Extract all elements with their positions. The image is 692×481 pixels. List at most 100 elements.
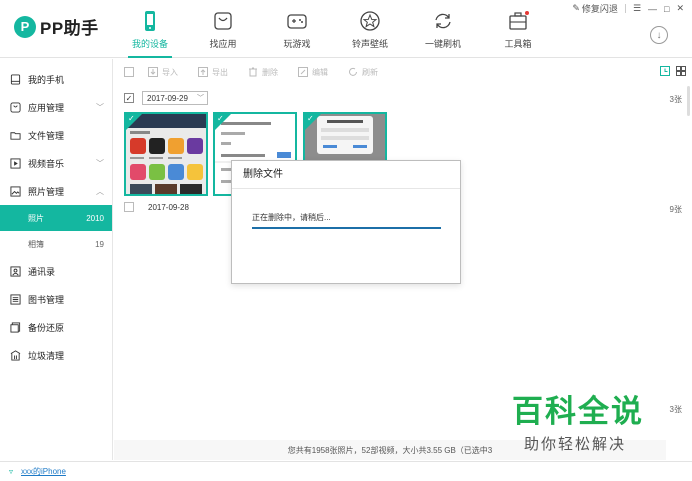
nav-toolbox[interactable]: 工具箱	[478, 10, 558, 56]
edit-button[interactable]: 编辑	[298, 67, 328, 78]
fix-crash-label: 修复闪退	[581, 4, 618, 14]
date-value: 2017-09-29	[147, 93, 188, 103]
logo-icon: P	[14, 15, 36, 38]
sidebar-item-books[interactable]: 图书管理	[0, 285, 112, 313]
nav-label: 我的设备	[131, 39, 168, 49]
export-label: 导出	[212, 67, 228, 77]
delete-button[interactable]: 删除	[248, 67, 278, 78]
sidebar-item-label: 备份还原	[28, 322, 65, 333]
sidebar-subitem-photos[interactable]: 照片 2010	[0, 205, 112, 231]
sidebar-item-apps[interactable]: 应用管理 ﹀	[0, 93, 112, 121]
fix-crash-button[interactable]: ✎ 修复闪退	[572, 2, 618, 15]
sidebar-item-label: 垃圾清理	[28, 350, 65, 361]
sidebar-item-photos[interactable]: 照片管理 ︿	[0, 177, 112, 205]
app-icon	[10, 101, 21, 113]
contacts-icon	[10, 265, 21, 277]
sidebar-item-label: 通讯录	[28, 266, 56, 277]
nav-games[interactable]: 玩游戏	[257, 10, 337, 56]
dialog-title: 删除文件	[232, 161, 460, 189]
chevron-down-icon: ﹀	[96, 158, 104, 168]
shopping-bag-icon	[214, 12, 232, 30]
sidebar-item-label: 文件管理	[28, 130, 65, 141]
watermark-subtitle: 助你轻松解决	[524, 435, 627, 453]
maximize-icon[interactable]: □	[664, 4, 669, 14]
grid-view-icon[interactable]	[676, 66, 686, 76]
group-count: 3张	[669, 95, 682, 104]
import-button[interactable]: 导入	[148, 67, 178, 78]
photo-icon	[10, 185, 21, 197]
edit-icon	[298, 67, 308, 77]
timeline-view-icon[interactable]	[660, 66, 670, 76]
refresh-icon	[435, 13, 451, 29]
toolbox-icon	[509, 11, 529, 30]
watermark: 百科全说 助你轻松解决	[512, 386, 672, 454]
nav-find-app[interactable]: 找应用	[183, 10, 263, 56]
app-logo: P PP助手	[14, 14, 99, 39]
device-link[interactable]: xxx的iPhone	[21, 466, 66, 477]
group-checkbox[interactable]	[124, 202, 134, 212]
sidebar-item-files[interactable]: 文件管理	[0, 121, 112, 149]
nav-label: 工具箱	[504, 39, 532, 49]
footer: ▿ xxx的iPhone	[0, 461, 692, 481]
star-icon	[360, 11, 380, 31]
nav-label: 铃声壁纸	[351, 39, 388, 49]
sidebar-item-my-phone[interactable]: 我的手机	[0, 65, 112, 93]
nav-my-device[interactable]: 我的设备	[110, 10, 190, 58]
divider	[624, 4, 626, 13]
subitem-label: 相簿	[28, 239, 44, 249]
chevron-up-icon: ︿	[96, 186, 104, 196]
refresh-icon	[349, 67, 357, 76]
refresh-label: 刷新	[362, 67, 378, 77]
device-icon	[10, 73, 21, 85]
wrench-icon: ✎	[572, 3, 580, 13]
chevron-down-icon: ﹀	[197, 95, 204, 102]
menu-icon[interactable]: ☰	[633, 3, 641, 14]
import-label: 导入	[162, 67, 178, 77]
sidebar-item-media[interactable]: 视频音乐 ﹀	[0, 149, 112, 177]
sidebar-item-label: 我的手机	[28, 74, 65, 85]
nav-ringtones[interactable]: 铃声壁纸	[330, 10, 410, 56]
watermark-title: 百科全说	[512, 394, 644, 430]
close-icon[interactable]: ✕	[676, 3, 684, 14]
scrollbar[interactable]	[687, 86, 690, 116]
gamepad-icon	[287, 14, 307, 29]
sidebar-item-backup[interactable]: 备份还原	[0, 313, 112, 341]
wifi-icon: ▿	[9, 467, 14, 476]
sidebar: 我的手机 应用管理 ﹀ 文件管理 视频音乐 ﹀ 照片管理 ︿ 照片 2010 相…	[0, 59, 113, 460]
nav-flash[interactable]: 一键刷机	[403, 10, 483, 56]
photo-thumbnail[interactable]: ✓	[124, 112, 208, 196]
dialog-message: 正在删除中，请稍后...	[252, 213, 331, 222]
nav-label: 找应用	[209, 39, 237, 49]
progress-fill	[252, 227, 441, 229]
sidebar-item-label: 应用管理	[28, 102, 65, 113]
sidebar-item-contacts[interactable]: 通讯录	[0, 257, 112, 285]
group-count: 9张	[669, 205, 682, 214]
window-controls: ✎ 修复闪退 ☰ — □ ✕	[572, 2, 684, 15]
status-text: 您共有1958张照片，52部视频，大小共3.55 GB（已选中3	[287, 445, 493, 455]
check-icon: ✓	[128, 114, 135, 123]
download-icon[interactable]: ↓	[650, 26, 668, 44]
delete-label: 删除	[262, 67, 278, 77]
progress-bar	[252, 227, 441, 229]
sidebar-subitem-albums[interactable]: 相簿 19	[0, 231, 112, 257]
refresh-button[interactable]: 刷新	[348, 67, 378, 78]
export-button[interactable]: 导出	[198, 67, 228, 78]
select-all-checkbox[interactable]	[124, 67, 134, 77]
app-name: PP助手	[40, 19, 99, 38]
delete-dialog: 删除文件 正在删除中，请稍后...	[231, 160, 461, 284]
album-count: 19	[95, 239, 104, 249]
trash-icon	[249, 67, 257, 77]
phone-icon	[145, 11, 155, 31]
chevron-down-icon: ﹀	[96, 102, 104, 112]
sidebar-item-cleanup[interactable]: 垃圾清理	[0, 341, 112, 369]
toolbar: 导入 导出 删除 编辑 刷新	[114, 59, 692, 85]
nav-label: 玩游戏	[283, 39, 311, 49]
import-icon	[148, 67, 158, 77]
minimize-icon[interactable]: —	[648, 4, 657, 14]
sidebar-item-label: 照片管理	[28, 186, 65, 197]
sidebar-item-label: 视频音乐	[28, 158, 65, 169]
check-icon: ✓	[307, 114, 314, 123]
date-group-header: 2017-09-28	[124, 202, 189, 212]
date-dropdown[interactable]: 2017-09-29 ﹀	[142, 91, 208, 105]
group-checkbox[interactable]: ✓	[124, 93, 134, 103]
